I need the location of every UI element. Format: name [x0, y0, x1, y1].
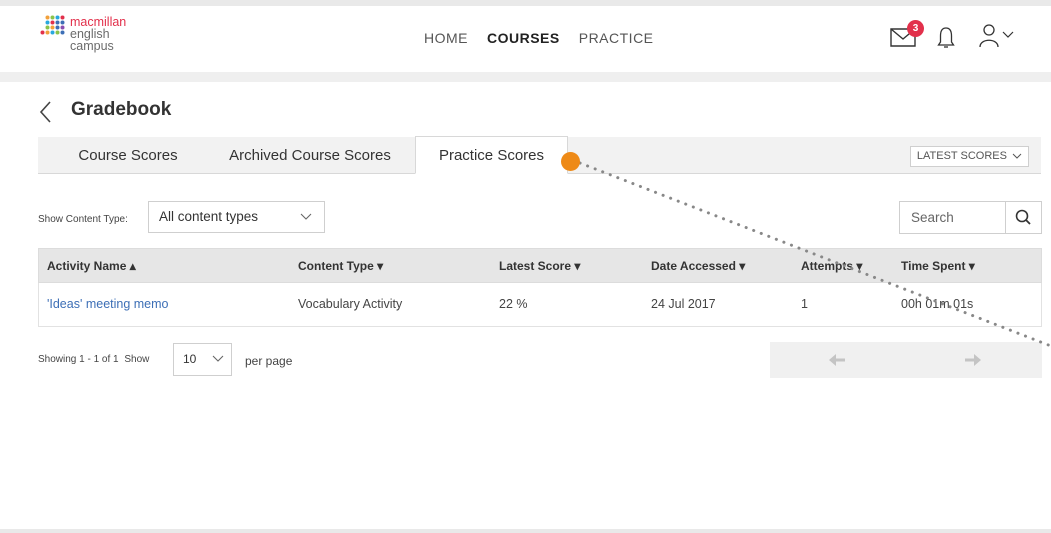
app-frame: macmillan english campus HOME COURSES PR… [0, 6, 1051, 529]
nav-practice[interactable]: PRACTICE [579, 30, 654, 46]
search-icon [1015, 209, 1031, 225]
nav-courses[interactable]: COURSES [487, 30, 560, 46]
brand-line-3: campus [70, 39, 114, 53]
chevron-down-icon [1012, 153, 1022, 159]
per-page-value: 10 [183, 352, 197, 366]
col-time-spent[interactable]: Time Spent ▾ [901, 259, 975, 273]
score-tabs: Course Scores Archived Course Scores Pra… [38, 136, 1041, 174]
col-latest-score[interactable]: Latest Score ▾ [499, 259, 580, 273]
latest-scores-label: LATEST SCORES [916, 150, 1007, 162]
messages-button[interactable]: 3 [889, 20, 924, 50]
user-menu-button[interactable] [978, 23, 1018, 54]
per-page-label: per page [245, 354, 293, 368]
back-button[interactable] [38, 100, 54, 124]
nav-home[interactable]: HOME [424, 30, 468, 46]
chevron-down-icon [300, 213, 312, 220]
bell-icon [937, 27, 955, 48]
date-accessed-cell: 24 Jul 2017 [651, 297, 716, 311]
col-content-type[interactable]: Content Type ▾ [298, 259, 383, 273]
activity-name-link[interactable]: 'Ideas' meeting memo [47, 297, 169, 311]
header: macmillan english campus HOME COURSES PR… [0, 6, 1051, 72]
user-icon [979, 24, 1014, 48]
col-date-accessed[interactable]: Date Accessed ▾ [651, 259, 745, 273]
pager-show-label: Show [124, 354, 150, 365]
page-title: Gradebook [71, 99, 172, 120]
pager-info: Showing 1 - 1 of 1 Show [38, 354, 149, 365]
pager-showing: Showing 1 - 1 of 1 [38, 354, 119, 365]
brand-wordmark: macmillan english campus [70, 16, 126, 53]
annotation-marker [561, 152, 580, 171]
content-type-cell: Vocabulary Activity [298, 297, 403, 311]
scores-table: Activity Name ▴ Content Type ▾ Latest Sc… [38, 248, 1042, 327]
content-type-label: Show Content Type: [38, 214, 128, 225]
chevron-down-icon [212, 355, 224, 362]
mail-badge: 3 [907, 20, 924, 37]
search-box [899, 201, 1042, 234]
logo-dots-icon [40, 15, 65, 35]
arrow-left-icon [829, 354, 845, 366]
search-input[interactable] [900, 202, 1005, 233]
chevron-left-icon [39, 101, 51, 123]
arrow-right-icon [965, 354, 981, 366]
time-spent-cell: 00h 01m 01s [901, 297, 974, 311]
latest-scores-dropdown[interactable]: LATEST SCORES [909, 146, 1029, 167]
col-attempts[interactable]: Attempts ▾ [801, 259, 862, 273]
search-button[interactable] [1005, 202, 1041, 233]
main-nav: HOME COURSES PRACTICE [424, 30, 673, 46]
table-header: Activity Name ▴ Content Type ▾ Latest Sc… [38, 248, 1042, 283]
tab-archived-course-scores[interactable]: Archived Course Scores [205, 137, 415, 174]
content-type-value: All content types [159, 209, 259, 224]
per-page-select[interactable]: 10 [173, 343, 232, 376]
tab-practice-scores[interactable]: Practice Scores [415, 136, 568, 174]
tab-course-scores[interactable]: Course Scores [51, 137, 205, 174]
table-row: 'Ideas' meeting memo Vocabulary Activity… [38, 283, 1042, 327]
col-activity-name[interactable]: Activity Name ▴ [47, 259, 136, 273]
header-divider [0, 72, 1051, 82]
notifications-button[interactable] [937, 26, 955, 55]
attempts-cell: 1 [801, 297, 808, 311]
brand-logo[interactable]: macmillan english campus [38, 15, 178, 57]
prev-page-button[interactable] [770, 342, 906, 378]
content-type-select[interactable]: All content types [148, 201, 325, 233]
latest-score-cell: 22 % [499, 297, 528, 311]
next-page-button[interactable] [906, 342, 1042, 378]
